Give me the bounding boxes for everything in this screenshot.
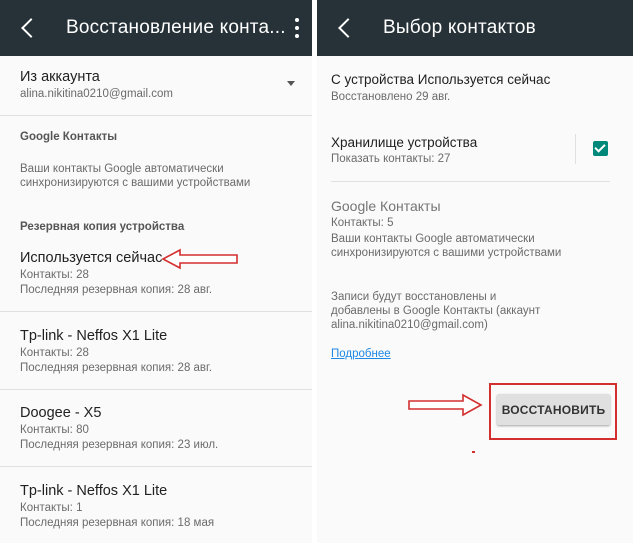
annotation-mark (472, 451, 475, 453)
divider (0, 466, 312, 467)
device-contacts: Контакты: 80 (20, 424, 89, 436)
device-last-backup: Последняя резервная копия: 28 авг. (20, 284, 213, 296)
annotation-arrow-right-icon (408, 393, 483, 417)
restore-note-line2: добавлены в Google Контакты (аккаунт (331, 305, 541, 317)
device-name: Doogee - X5 (20, 405, 102, 421)
device-contacts: Контакты: 28 (20, 347, 89, 359)
device-name: Tp-link - Neffos X1 Lite (20, 328, 168, 344)
divider (0, 115, 312, 116)
google-contacts-count: Контакты: 5 (331, 217, 394, 229)
device-contacts: Контакты: 1 (20, 502, 83, 514)
back-arrow-icon[interactable] (335, 17, 357, 39)
learn-more-link[interactable]: Подробнее (331, 348, 391, 360)
google-desc-line2: синхронизируются с вашими устройствами (331, 247, 562, 259)
app-bar: Восстановление конта... (0, 0, 312, 56)
app-bar-title: Восстановление конта... (66, 17, 286, 38)
storage-checkbox-checked-icon[interactable] (593, 141, 608, 156)
device-name: Используется сейчас (20, 250, 163, 266)
device-contacts: Контакты: 28 (20, 269, 89, 281)
account-label: Из аккаунта (20, 69, 100, 85)
select-contacts-screen: Выбор контактов С устройства Используетс… (317, 0, 633, 543)
google-desc-line1: Ваши контакты Google автоматически (20, 163, 224, 175)
backup-header: Резервная копия устройства (20, 221, 185, 233)
divider (0, 389, 312, 390)
google-desc-line1: Ваши контакты Google автоматически (331, 233, 535, 245)
back-arrow-icon[interactable] (18, 17, 40, 39)
app-bar-title: Выбор контактов (383, 17, 536, 38)
annotation-arrow-left-icon (161, 248, 238, 270)
source-subtitle: Восстановлено 29 авг. (331, 91, 451, 103)
device-last-backup: Последняя резервная копия: 28 авг. (20, 362, 213, 374)
restore-note-line1: Записи будут восстановлены и (331, 291, 497, 303)
device-last-backup: Последняя резервная копия: 18 мая (20, 517, 215, 529)
app-bar: Выбор контактов (317, 0, 633, 56)
account-email: alina.nikitina0210@gmail.com (20, 88, 173, 100)
divider (331, 181, 610, 182)
storage-subtitle: Показать контакты: 27 (331, 153, 451, 165)
google-contacts-header: Google Контакты (20, 131, 118, 143)
google-desc-line2: синхронизируются с вашими устройствами (20, 177, 251, 189)
divider (0, 311, 312, 312)
divider (575, 134, 576, 164)
more-options-icon[interactable] (294, 18, 300, 38)
restore-contacts-screen: Восстановление конта... Из аккаунта alin… (0, 0, 312, 543)
restore-button[interactable]: ВОССТАНОВИТЬ (497, 394, 610, 425)
device-last-backup: Последняя резервная копия: 23 июл. (20, 439, 219, 451)
google-contacts-title: Google Контакты (331, 198, 441, 214)
storage-title: Хранилище устройства (331, 135, 478, 150)
dropdown-arrow-icon[interactable] (287, 81, 295, 86)
device-name: Tp-link - Neffos X1 Lite (20, 483, 168, 499)
restore-note-line3: alina.nikitina0210@gmail.com) (331, 319, 488, 331)
source-title: С устройства Используется сейчас (331, 72, 551, 87)
